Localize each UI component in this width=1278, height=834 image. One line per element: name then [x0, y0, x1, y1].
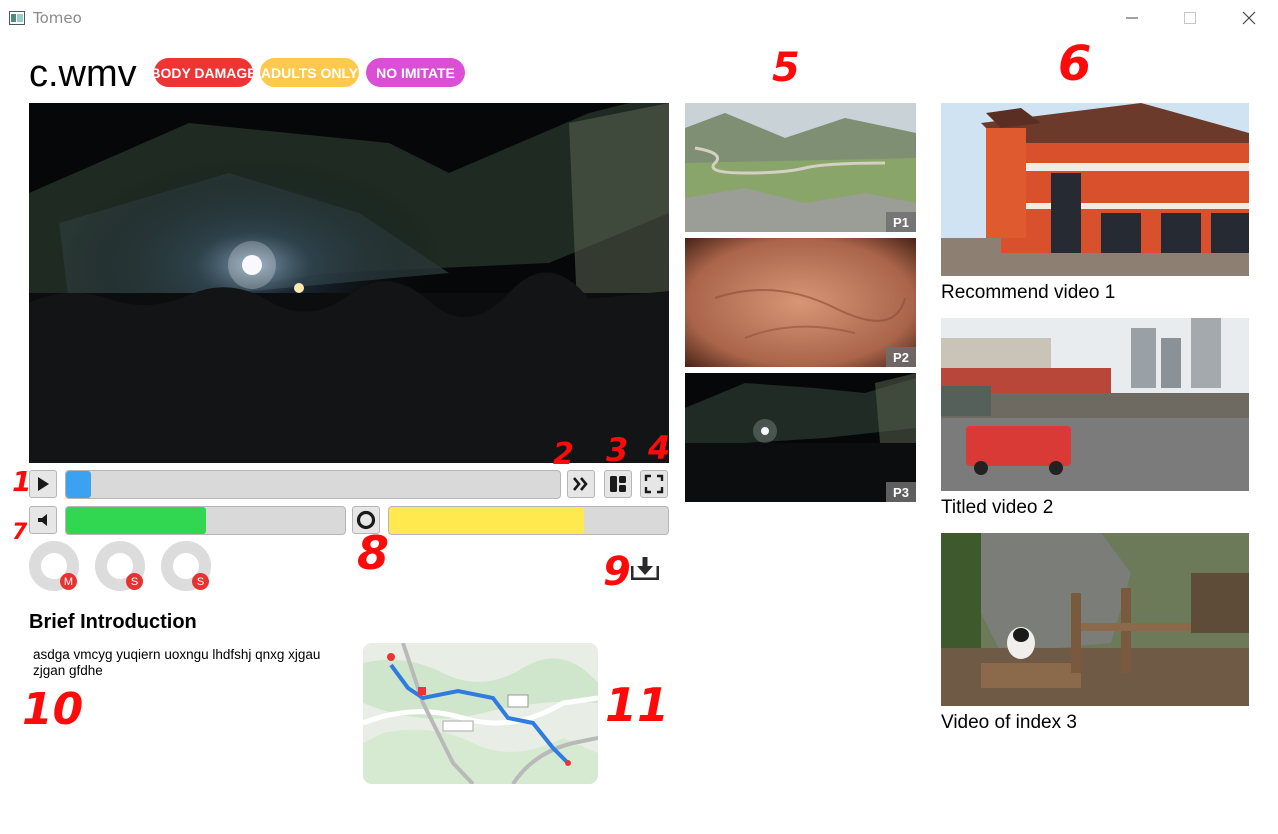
thumbnail-image [941, 533, 1249, 706]
annotation-7: 7 [12, 520, 28, 545]
maximize-icon [1184, 12, 1196, 24]
speaker-icon [38, 514, 47, 526]
volume-slider[interactable] [65, 506, 346, 535]
fullscreen-icon [644, 474, 664, 494]
tag-adults-only[interactable]: ADULTS ONLY [260, 58, 359, 87]
app-icon [9, 11, 25, 25]
annotation-1: 1 [12, 465, 32, 498]
tag-no-imitate[interactable]: NO IMITATE [366, 58, 465, 87]
volume-button[interactable] [29, 506, 57, 534]
volume-fill [66, 507, 206, 534]
close-button[interactable] [1229, 4, 1269, 32]
main-video-player[interactable] [29, 103, 669, 463]
avatar-badge: M [60, 573, 77, 590]
fullscreen-button[interactable] [640, 470, 668, 498]
annotation-6: 6 [1058, 36, 1092, 92]
progress-fill [66, 471, 91, 498]
avatar-badge: S [192, 573, 209, 590]
thumbnail-image [941, 103, 1249, 276]
progress-slider[interactable] [65, 470, 561, 499]
recommended-video-thumbnail[interactable] [941, 103, 1249, 276]
annotation-8: 8 [357, 526, 390, 580]
annotation-2: 2 [553, 437, 574, 472]
video-frame [29, 103, 669, 463]
part-label: P3 [886, 482, 916, 502]
part-thumbnail[interactable]: P2 [685, 238, 916, 367]
recommended-video-title[interactable]: Recommend video 1 [941, 282, 1115, 304]
play-icon [38, 477, 49, 491]
minimize-icon [1126, 17, 1138, 19]
recommended-video-title[interactable]: Titled video 2 [941, 497, 1053, 519]
part-thumbnail[interactable]: P1 [685, 103, 916, 232]
annotation-11: 11 [605, 678, 670, 732]
window-title: Tomeo [33, 9, 82, 27]
play-button[interactable] [29, 470, 57, 498]
part-label: P2 [886, 347, 916, 367]
video-title: c.wmv [29, 53, 137, 95]
maximize-button[interactable] [1170, 4, 1210, 32]
speed-fill [389, 507, 585, 534]
map-image [363, 643, 598, 784]
thumbnail-image [685, 103, 916, 232]
avatar-badge: S [126, 573, 143, 590]
recommended-video-thumbnail[interactable] [941, 318, 1249, 491]
double-chevron-right-icon [573, 477, 588, 491]
annotation-10: 10 [22, 684, 84, 735]
annotation-5: 5 [772, 45, 800, 91]
part-thumbnail[interactable]: P3 [685, 373, 916, 502]
close-icon [1242, 11, 1256, 25]
annotation-4: 4 [648, 429, 671, 467]
layout-button[interactable] [604, 470, 632, 498]
thumbnail-image [685, 373, 916, 502]
recommended-video-thumbnail[interactable] [941, 533, 1249, 706]
recommended-video-title[interactable]: Video of index 3 [941, 712, 1077, 734]
speed-slider[interactable] [388, 506, 669, 535]
part-label: P1 [886, 212, 916, 232]
next-button[interactable] [567, 470, 595, 498]
tag-body-damage[interactable]: BODY DAMAGE [154, 58, 253, 87]
annotation-3: 3 [606, 431, 629, 469]
title-bar: Tomeo [0, 0, 1278, 36]
location-map[interactable] [363, 643, 598, 784]
intro-text: asdga vmcyg yuqiern uoxngu lhdfshj qnxg … [33, 647, 321, 678]
minimize-button[interactable] [1112, 4, 1152, 32]
intro-heading: Brief Introduction [29, 611, 197, 633]
annotation-9: 9 [603, 549, 631, 595]
layout-grid-icon [610, 476, 626, 492]
thumbnail-image [685, 238, 916, 367]
thumbnail-image [941, 318, 1249, 491]
download-icon[interactable] [631, 556, 659, 580]
